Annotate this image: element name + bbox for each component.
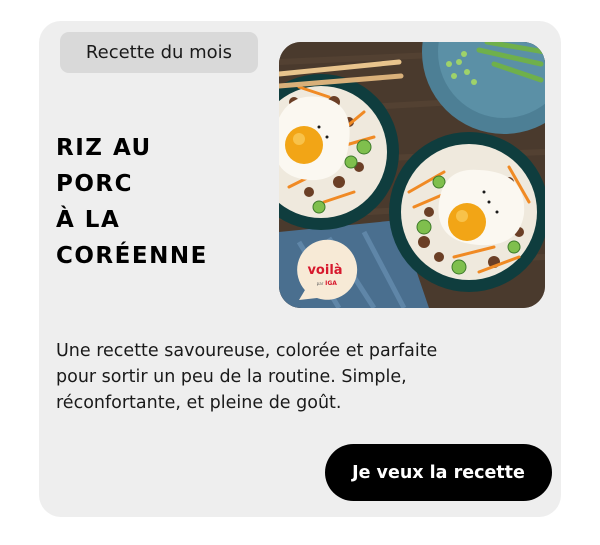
korean-pork-rice-bowls-illustration: voilà par IGA xyxy=(279,42,545,308)
logo-iga-text: IGA xyxy=(325,280,337,287)
recipe-description-line: réconfortante, et pleine de goût. xyxy=(56,393,342,413)
voila-iga-logo: voilà par IGA xyxy=(297,239,358,300)
recipe-title-line: RIZ AU xyxy=(56,135,152,161)
recipe-title-line: CORÉENNE xyxy=(56,243,208,269)
recipe-of-the-month-badge: Recette du mois xyxy=(60,32,258,73)
recipe-description: Une recette savoureuse, colorée et parfa… xyxy=(56,338,516,416)
recipe-title: RIZ AU PORC À LA CORÉENNE xyxy=(56,130,266,274)
recipe-description-line: Une recette savoureuse, colorée et parfa… xyxy=(56,341,438,361)
recipe-description-line: pour sortir un peu de la routine. Simple… xyxy=(56,367,407,387)
logo-voila-text: voilà xyxy=(307,263,342,278)
recipe-title-line: À LA xyxy=(56,207,121,233)
logo-par-text: par xyxy=(317,281,324,286)
view-recipe-button[interactable]: Je veux la recette xyxy=(325,444,552,501)
recipe-title-line: PORC xyxy=(56,171,133,197)
recipe-photo: voilà par IGA xyxy=(279,42,545,308)
